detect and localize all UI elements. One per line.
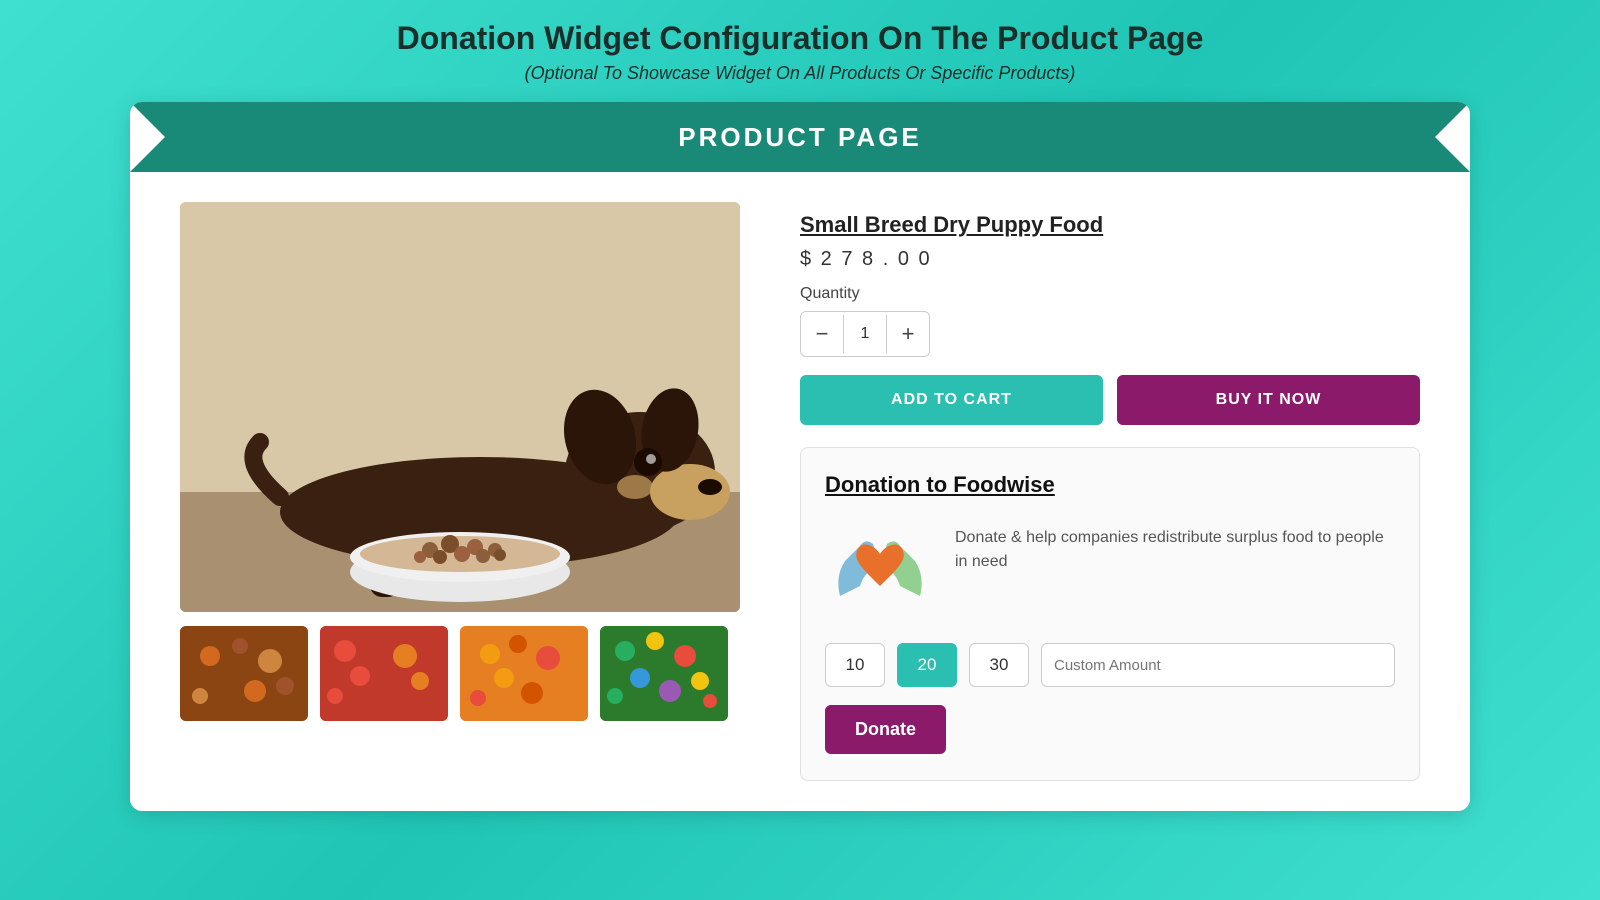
thumbnail-1[interactable] [180,626,308,721]
amount-10-button[interactable]: 10 [825,643,885,687]
thumbnail-3[interactable] [460,626,588,721]
quantity-control: − 1 + [800,311,930,357]
product-layout: Small Breed Dry Puppy Food $ 2 7 8 . 0 0… [130,202,1470,781]
add-to-cart-button[interactable]: ADD TO CART [800,375,1103,425]
product-info: Small Breed Dry Puppy Food $ 2 7 8 . 0 0… [800,202,1420,781]
donation-amounts: 10 20 30 [825,643,1395,687]
amount-20-button[interactable]: 20 [897,643,957,687]
quantity-increase-button[interactable]: + [887,312,929,356]
quantity-label: Quantity [800,285,1420,303]
page-header: Donation Widget Configuration On The Pro… [397,20,1204,84]
donation-body: Donate & help companies redistribute sur… [825,516,1395,621]
product-page-banner: PRODUCT PAGE [130,102,1470,172]
thumbnail-4[interactable] [600,626,728,721]
dog-svg [180,202,740,612]
donation-description: Donate & help companies redistribute sur… [955,516,1395,574]
main-product-image [180,202,740,612]
product-name: Small Breed Dry Puppy Food [800,212,1420,238]
hands-heart-icon [825,516,935,616]
amount-30-button[interactable]: 30 [969,643,1029,687]
quantity-decrease-button[interactable]: − [801,312,843,356]
thumbnail-row [180,626,760,721]
buy-it-now-button[interactable]: BUY IT NOW [1117,375,1420,425]
product-images [180,202,760,781]
custom-amount-input[interactable] [1041,643,1395,687]
main-card: PRODUCT PAGE [130,102,1470,811]
donate-button[interactable]: Donate [825,705,946,754]
page-title: Donation Widget Configuration On The Pro… [397,20,1204,57]
donation-title: Donation to Foodwise [825,472,1395,498]
donation-widget: Donation to Foodwise Donate & [800,447,1420,781]
page-subtitle: (Optional To Showcase Widget On All Prod… [397,63,1204,84]
product-price: $ 2 7 8 . 0 0 [800,248,1420,271]
quantity-value: 1 [843,315,887,353]
action-buttons: ADD TO CART BUY IT NOW [800,375,1420,425]
thumbnail-2[interactable] [320,626,448,721]
donation-icon [825,516,935,621]
banner-label: PRODUCT PAGE [678,122,922,153]
